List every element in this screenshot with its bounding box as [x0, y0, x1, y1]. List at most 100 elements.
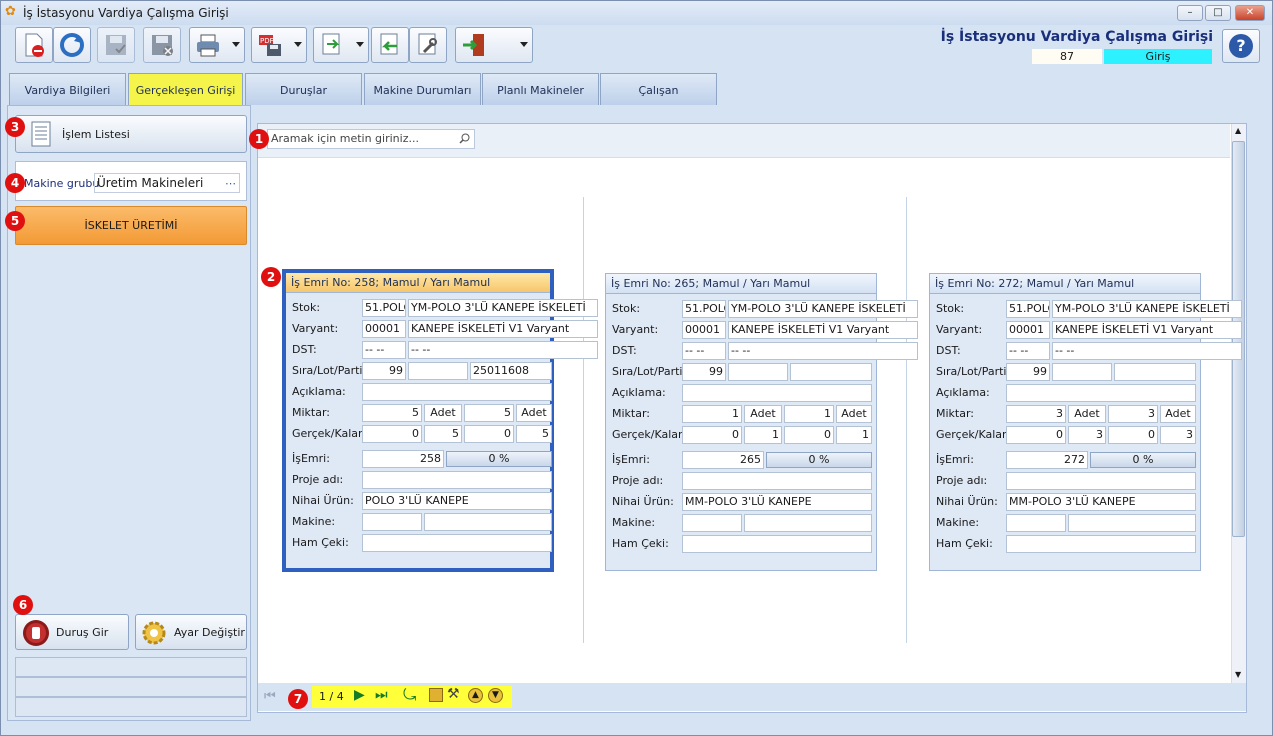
- field-hamceki[interactable]: [362, 534, 552, 552]
- field-gercek2[interactable]: 0: [1108, 426, 1158, 444]
- field-miktar1[interactable]: 1: [682, 405, 742, 423]
- field-hamceki[interactable]: [682, 535, 872, 553]
- field-nihai[interactable]: MM-POLO 3'LÜ KANEPE: [1006, 493, 1196, 511]
- field-stok_name[interactable]: YM-POLO 3'LÜ KANEPE İSKELETİ: [728, 300, 918, 318]
- field-dst2[interactable]: -- --: [408, 341, 598, 359]
- field-gercek1[interactable]: 0: [362, 425, 422, 443]
- durus-gir-button[interactable]: Duruş Gir: [15, 614, 129, 650]
- tab-duruslar[interactable]: Duruşlar: [245, 73, 362, 105]
- export-button[interactable]: [313, 27, 369, 63]
- field-aciklama[interactable]: [362, 383, 552, 401]
- field-birim1[interactable]: Adet: [424, 404, 462, 422]
- field-birim1[interactable]: Adet: [744, 405, 782, 423]
- tab-makine-durumlari[interactable]: Makine Durumları: [364, 73, 481, 105]
- field-lot[interactable]: [1052, 363, 1112, 381]
- field-aciklama[interactable]: [1006, 384, 1196, 402]
- field-makine1[interactable]: [1006, 514, 1066, 532]
- field-gercek1[interactable]: 0: [1006, 426, 1066, 444]
- field-kalan1[interactable]: 5: [424, 425, 462, 443]
- maximize-button[interactable]: □: [1205, 5, 1231, 21]
- field-var_name[interactable]: KANEPE İSKELETİ V1 Varyant: [1052, 321, 1242, 339]
- field-birim1[interactable]: Adet: [1068, 405, 1106, 423]
- move-up-icon[interactable]: ▲: [468, 688, 483, 703]
- field-gercek1[interactable]: 0: [682, 426, 742, 444]
- save-check-button[interactable]: [97, 27, 135, 63]
- field-dst1[interactable]: -- --: [682, 342, 726, 360]
- print-dropdown-arrow-icon[interactable]: [232, 42, 240, 47]
- field-dst2[interactable]: -- --: [728, 342, 918, 360]
- work-order-card[interactable]: İş Emri No: 272; Mamul / Yarı Mamul Stok:…: [929, 273, 1242, 571]
- field-lot[interactable]: [728, 363, 788, 381]
- field-stok_name[interactable]: YM-POLO 3'LÜ KANEPE İSKELETİ: [1052, 300, 1242, 318]
- field-birim2[interactable]: Adet: [1160, 405, 1196, 423]
- field-sira[interactable]: 99: [682, 363, 726, 381]
- field-miktar2[interactable]: 3: [1108, 405, 1158, 423]
- field-makine2[interactable]: [424, 513, 552, 531]
- field-hamceki[interactable]: [1006, 535, 1196, 553]
- tab-calisan[interactable]: Çalışan: [600, 73, 717, 105]
- field-parti[interactable]: 25011608: [470, 362, 552, 380]
- field-birim2[interactable]: Adet: [836, 405, 872, 423]
- field-sira[interactable]: 99: [362, 362, 406, 380]
- scroll-down-icon[interactable]: ▼: [1235, 670, 1241, 679]
- makine-grubu-select[interactable]: Üretim Makineleri ⋯: [94, 173, 240, 193]
- tab-planli-makineler[interactable]: Planlı Makineler: [482, 73, 599, 105]
- print-button[interactable]: [189, 27, 245, 63]
- field-miktar2[interactable]: 1: [784, 405, 834, 423]
- scroll-up-icon[interactable]: ▲: [1235, 126, 1241, 135]
- iskelet-uretimi-button[interactable]: İSKELET ÜRETİMİ: [15, 206, 247, 245]
- field-var_name[interactable]: KANEPE İSKELETİ V1 Varyant: [728, 321, 918, 339]
- field-dst2[interactable]: -- --: [1052, 342, 1242, 360]
- field-gercek2[interactable]: 0: [784, 426, 834, 444]
- import-button[interactable]: [371, 27, 409, 63]
- field-lot[interactable]: [408, 362, 468, 380]
- redo-icon[interactable]: ⤿: [403, 685, 416, 705]
- field-parti[interactable]: [1114, 363, 1196, 381]
- field-parti[interactable]: [790, 363, 872, 381]
- field-aciklama[interactable]: [682, 384, 872, 402]
- field-kalan1[interactable]: 3: [1068, 426, 1106, 444]
- islem-listesi-button[interactable]: İşlem Listesi: [15, 115, 247, 153]
- first-page-icon[interactable]: ⏮: [264, 689, 276, 704]
- field-nihai[interactable]: POLO 3'LÜ KANEPE: [362, 492, 552, 510]
- edit-grid-icon[interactable]: [429, 688, 443, 702]
- field-birim2[interactable]: Adet: [516, 404, 552, 422]
- field-nihai[interactable]: MM-POLO 3'LÜ KANEPE: [682, 493, 872, 511]
- scrollbar-thumb[interactable]: [1232, 141, 1245, 537]
- field-dst1[interactable]: -- --: [1006, 342, 1050, 360]
- field-proje[interactable]: [682, 472, 872, 490]
- field-makine2[interactable]: [1068, 514, 1196, 532]
- field-stok_code[interactable]: 51.POLO: [1006, 300, 1050, 318]
- exit-dropdown-arrow-icon[interactable]: [520, 42, 528, 47]
- field-stok_code[interactable]: 51.POLO: [682, 300, 726, 318]
- refresh-button[interactable]: [53, 27, 91, 63]
- field-miktar1[interactable]: 5: [362, 404, 422, 422]
- field-stok_name[interactable]: YM-POLO 3'LÜ KANEPE İSKELETİ: [408, 299, 598, 317]
- field-kalan2[interactable]: 1: [836, 426, 872, 444]
- lookup-icon[interactable]: ⋯: [225, 175, 236, 193]
- field-var_name[interactable]: KANEPE İSKELETİ V1 Varyant: [408, 320, 598, 338]
- field-var_code[interactable]: 00001: [682, 321, 726, 339]
- tab-gerceklesen-girisi[interactable]: Gerçekleşen Girişi: [128, 73, 243, 106]
- next-page-icon[interactable]: ▶: [354, 687, 365, 703]
- search-icon[interactable]: [459, 133, 470, 144]
- move-down-icon[interactable]: ▼: [488, 688, 503, 703]
- field-dst1[interactable]: -- --: [362, 341, 406, 359]
- field-kalan2[interactable]: 5: [516, 425, 552, 443]
- field-makine1[interactable]: [362, 513, 422, 531]
- help-button[interactable]: ?: [1222, 29, 1260, 63]
- field-isemri[interactable]: 258: [362, 450, 444, 468]
- export-dropdown-arrow-icon[interactable]: [356, 42, 364, 47]
- close-window-button[interactable]: ✕: [1235, 5, 1265, 21]
- save-cancel-button[interactable]: [143, 27, 181, 63]
- field-makine1[interactable]: [682, 514, 742, 532]
- field-stok_code[interactable]: 51.POLO: [362, 299, 406, 317]
- field-kalan1[interactable]: 1: [744, 426, 782, 444]
- tab-vardiya-bilgileri[interactable]: Vardiya Bilgileri: [9, 73, 126, 105]
- work-order-card[interactable]: İş Emri No: 265; Mamul / Yarı Mamul Stok:…: [605, 273, 918, 571]
- field-isemri[interactable]: 272: [1006, 451, 1088, 469]
- pdf-dropdown-arrow-icon[interactable]: [294, 42, 302, 47]
- work-order-card[interactable]: İş Emri No: 258; Mamul / Yarı Mamul Stok:…: [282, 269, 598, 572]
- field-kalan2[interactable]: 3: [1160, 426, 1196, 444]
- minimize-button[interactable]: –: [1177, 5, 1203, 21]
